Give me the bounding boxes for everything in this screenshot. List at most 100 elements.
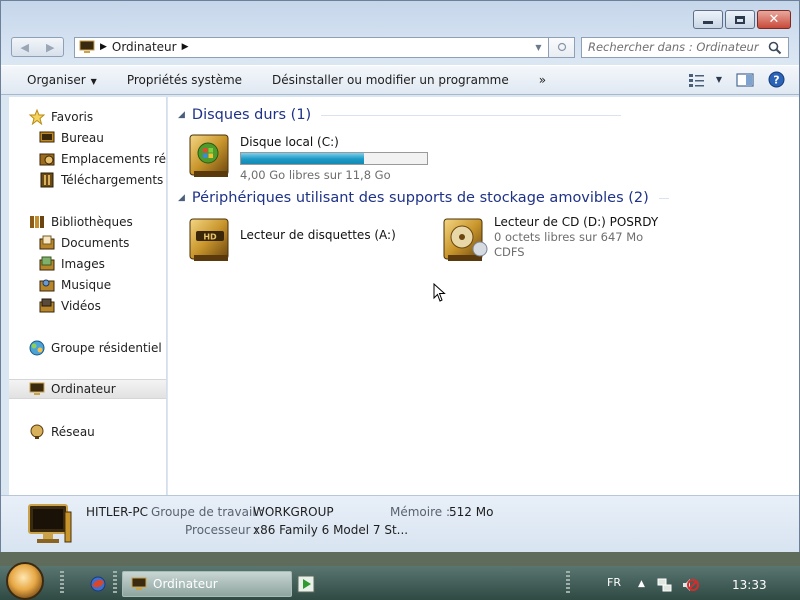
drive-item-d[interactable]: Lecteur de CD (D:) POSRDY 0 octets libre… (440, 215, 658, 265)
language-indicator[interactable]: FR (607, 576, 621, 589)
sidebar-item-label: Documents (61, 236, 130, 250)
collapse-triangle-icon[interactable]: ◢ (178, 110, 185, 120)
taskbar-band (0, 552, 800, 566)
processor-label: Processeur : (185, 523, 259, 537)
organize-menu[interactable]: Organiser ▼ (1, 73, 112, 87)
start-button[interactable] (6, 562, 44, 600)
group-header-hard-disks[interactable]: ◢ Disques durs (1) (178, 107, 622, 123)
command-bar: Organiser ▼ Propriétés système Désinstall… (1, 65, 799, 95)
drive-free-space: 4,00 Go libres sur 11,8 Go (240, 168, 391, 182)
computer-icon (79, 40, 95, 53)
sidebar-item-recent-places[interactable]: Emplacements récents (9, 149, 167, 169)
taskbar-item-ordinateur[interactable]: Ordinateur (122, 571, 292, 597)
sidebar-item-label: Bibliothèques (51, 215, 133, 229)
taskbar (0, 566, 800, 600)
network-icon (30, 424, 44, 439)
browser-icon[interactable] (88, 574, 108, 594)
sidebar-item-music[interactable]: Musique (9, 275, 166, 295)
sidebar-item-downloads[interactable]: Téléchargements (9, 170, 166, 190)
clock[interactable]: 13:33 (732, 578, 767, 592)
drive-info: Disque local (C:) 4,00 Go libres sur 11,… (240, 135, 428, 182)
sidebar-item-label: Réseau (51, 425, 95, 439)
sidebar-item-label: Musique (61, 278, 112, 292)
workgroup-label: Groupe de travail : (151, 505, 264, 519)
search-icon[interactable] (768, 41, 782, 55)
maximize-button[interactable] (725, 10, 755, 29)
recent-places-icon (39, 153, 55, 166)
group-header-label: Disques durs (1) (191, 107, 312, 123)
processor-value: x86 Family 6 Model 7 St... (253, 523, 409, 537)
sidebar-item-network[interactable]: Réseau (9, 422, 166, 442)
system-properties-button[interactable]: Propriétés système (112, 73, 257, 87)
close-icon: ✕ (768, 12, 780, 27)
search-box[interactable] (580, 36, 789, 58)
sidebar-item-libraries[interactable]: Bibliothèques (9, 212, 166, 232)
preview-pane-icon[interactable] (736, 72, 754, 87)
sidebar-item-computer[interactable]: Ordinateur (9, 379, 166, 399)
hard-drive-icon (189, 134, 229, 177)
computer-name: HITLER-PC (86, 505, 148, 519)
refresh-button[interactable] (549, 36, 575, 58)
sidebar-item-videos[interactable]: Vidéos (9, 296, 166, 316)
chevron-down-icon: ▼ (90, 77, 97, 86)
documents-icon (39, 235, 55, 250)
sidebar-item-desktop[interactable]: Bureau (9, 128, 166, 148)
address-row: ◀ ▶ ▶ Ordinateur ▶ ▼ (11, 36, 789, 58)
drive-item-a[interactable]: HD Lecteur de disquettes (A:) (186, 215, 396, 265)
view-icon (688, 73, 704, 87)
drive-free-space: 0 octets libres sur 647 Mo (494, 230, 644, 244)
collapse-triangle-icon[interactable]: ◢ (178, 193, 185, 203)
address-dropdown-icon[interactable]: ▼ (528, 38, 548, 57)
refresh-icon (557, 42, 566, 52)
floppy-drive-icon: HD (189, 218, 229, 261)
computer-icon (131, 577, 147, 590)
minimize-icon (703, 21, 713, 24)
network-tray-icon[interactable] (657, 577, 673, 593)
volume-icon[interactable] (681, 577, 699, 593)
drive-name: Lecteur de disquettes (A:) (240, 228, 396, 242)
close-button[interactable]: ✕ (757, 10, 791, 29)
minimize-button[interactable] (693, 10, 723, 29)
forward-arrow-icon[interactable]: ▶ (46, 41, 54, 54)
group-header-label: Périphériques utilisant des supports de … (191, 190, 649, 206)
organize-label: Organiser (27, 73, 86, 87)
taskbar-grip[interactable] (566, 571, 570, 595)
breadcrumb-ordinateur[interactable]: Ordinateur (112, 40, 177, 54)
workgroup-value: WORKGROUP (253, 505, 334, 519)
address-bar[interactable]: ▶ Ordinateur ▶ ▼ (73, 36, 550, 58)
drive-name: Disque local (C:) (240, 135, 339, 149)
libraries-icon (30, 216, 44, 228)
sidebar-item-label: Groupe résidentiel (51, 341, 162, 355)
maximize-icon (735, 15, 745, 24)
computer-icon (29, 382, 45, 395)
drive-info: Lecteur de disquettes (A:) (240, 228, 396, 265)
taskbar-grip[interactable] (60, 571, 64, 595)
toolbar-right: ▼ ? (688, 71, 785, 88)
star-icon (29, 109, 45, 125)
taskbar-grip[interactable] (113, 571, 117, 595)
drive-item-c[interactable]: Disque local (C:) 4,00 Go libres sur 11,… (186, 131, 428, 182)
back-arrow-icon[interactable]: ◀ (21, 41, 29, 54)
memory-value: 512 Mo (449, 505, 494, 519)
sidebar-item-label: Favoris (51, 110, 94, 124)
sidebar-item-favorites[interactable]: Favoris (9, 107, 166, 127)
change-view-button[interactable]: ▼ (688, 73, 722, 87)
drive-filesystem: CDFS (494, 245, 525, 259)
drive-info: Lecteur de CD (D:) POSRDY 0 octets libre… (494, 215, 658, 265)
show-hidden-icons-icon[interactable]: ▲ (638, 579, 645, 589)
taskbar-item-label: Ordinateur (153, 577, 218, 591)
sidebar-item-documents[interactable]: Documents (9, 233, 166, 253)
sidebar-item-label: Emplacements récents (61, 152, 167, 166)
caption-buttons: ✕ (693, 10, 791, 29)
sidebar-item-homegroup[interactable]: Groupe résidentiel (9, 338, 166, 358)
uninstall-program-button[interactable]: Désinstaller ou modifier un programme (257, 73, 524, 87)
sidebar-item-images[interactable]: Images (9, 254, 166, 274)
more-commands-button[interactable]: » (524, 73, 561, 87)
media-player-icon[interactable] (297, 575, 315, 593)
help-icon[interactable]: ? (768, 71, 785, 88)
search-input[interactable] (587, 40, 788, 54)
group-header-removable[interactable]: ◢ Périphériques utilisant des supports d… (178, 190, 669, 206)
breadcrumb-arrow-icon[interactable]: ▶ (182, 42, 189, 52)
breadcrumb-arrow-icon[interactable]: ▶ (100, 42, 107, 52)
nav-buttons: ◀ ▶ (11, 37, 64, 57)
